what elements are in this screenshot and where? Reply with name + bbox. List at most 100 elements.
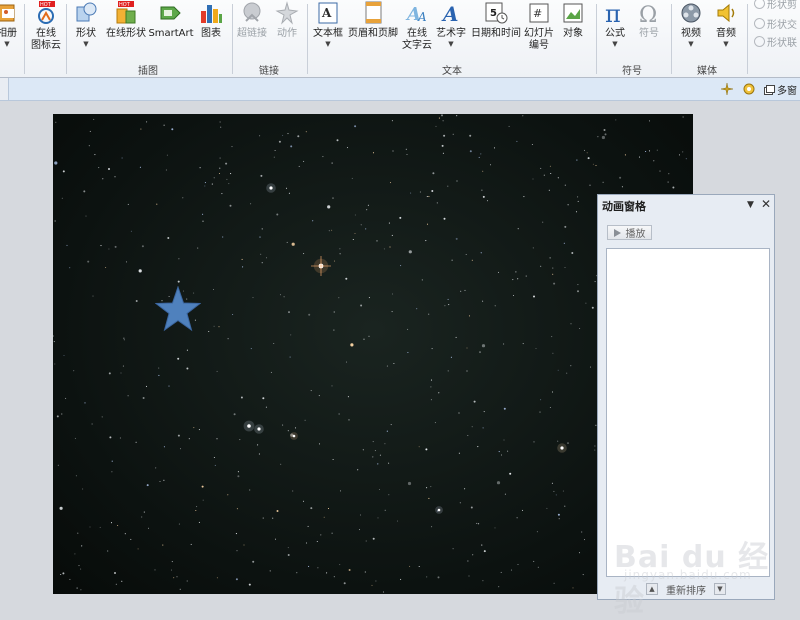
multi-window-button[interactable]: 多窗 [764,82,797,97]
star-dot [252,560,255,563]
star-dot [69,267,71,269]
star-dot [362,449,364,451]
divider [671,4,672,74]
star-dot [89,130,91,132]
wordart-button[interactable]: A 艺术字 ▼ [434,0,468,60]
star-dot [500,571,502,573]
slide-number-button[interactable]: # 幻灯片 编号 [522,0,556,60]
star-dot [419,191,421,193]
text-box-button[interactable]: A 文本框 ▼ [311,0,345,60]
hyperlink-button[interactable]: 超链接 [235,0,269,60]
header-footer-button[interactable]: 页眉和页脚 [346,0,400,60]
shape-subtract-item[interactable]: 形状剪 [754,0,797,11]
star-dot [338,413,340,415]
shape-subtract-label: 形状剪 [767,0,797,11]
star-dot [468,575,470,577]
star-dot [469,134,472,137]
star-dot [508,125,510,127]
star-shape[interactable] [155,286,201,332]
online-icon-cloud-button[interactable]: HOT 在线 图标云 [27,0,65,60]
star-dot [87,260,90,263]
star-dot [564,266,566,269]
audio-button[interactable]: 音频 ▼ [711,0,741,60]
star-dot [307,525,309,527]
star-dot [407,328,409,330]
star-dot [510,569,513,571]
star-dot [435,125,437,127]
symbol-button[interactable]: Ω 符号 [634,0,664,60]
online-shapes-label: 在线形状 [106,28,146,39]
star-dot [471,259,473,261]
pane-menu-icon[interactable]: ▼ [747,200,754,210]
date-time-button[interactable]: 5 日期和时间 [469,0,523,60]
chart-button[interactable]: 图表 [196,0,226,60]
header-footer-label: 页眉和页脚 [348,28,398,39]
equation-button[interactable]: π 公式 ▼ [600,0,630,60]
star-dot [91,423,93,425]
star-dot [115,583,117,585]
online-word-cloud-button[interactable]: AA 在线 文字云 [400,0,434,60]
action-label: 动作 [277,28,297,39]
star-dot [564,225,567,228]
equation-icon: π [603,0,627,26]
star-dot [333,329,335,331]
star-dot [119,437,121,439]
chevron-down-icon: ▼ [4,40,10,48]
star-dot [426,195,428,198]
star-dot [523,196,525,198]
star-dot [285,187,288,189]
star-dot [216,577,218,579]
star-dot [196,506,198,508]
star-dot [469,150,472,153]
shape-union-item[interactable]: 形状联 [754,34,797,49]
smartart-button[interactable]: SmartArt [148,0,194,60]
online-shapes-button[interactable]: HOT 在线形状 [104,0,148,60]
glyph-hash: # [533,7,542,20]
play-button[interactable]: 播放 [607,225,652,240]
shape-intersect-item[interactable]: 形状交 [754,16,797,31]
shapes-button[interactable]: 形状 ▼ [70,0,102,60]
omega-icon: Ω [637,0,661,26]
star-dot [594,445,596,447]
star-dot [323,516,325,518]
sparkle-icon[interactable] [719,81,735,97]
star-dot [111,471,113,473]
star-dot [208,330,210,333]
close-icon[interactable]: ✕ [761,197,771,211]
gear-icon[interactable] [741,81,757,97]
chevron-down-icon: ▼ [83,40,89,48]
star-dot [74,553,76,555]
collapse-handle[interactable] [0,78,9,100]
star-dot [470,506,473,509]
star-dot [98,167,100,169]
star-dot [177,280,180,283]
object-button[interactable]: 对象 [558,0,588,60]
star-dot [74,437,76,439]
chart-icon [199,0,223,26]
star-dot [479,351,481,354]
action-button[interactable]: 动作 [272,0,302,60]
star-dot [438,392,440,394]
star-dot [407,351,409,354]
star-dot [553,582,555,584]
star-dot [566,372,568,374]
star-dot [343,582,346,585]
star-dot [93,118,95,120]
star-dot [138,269,142,273]
star-dot [583,539,586,541]
star-dot [577,196,579,198]
star-dot [536,531,538,533]
star-dot [442,152,444,154]
star-dot [351,177,353,179]
star-dot [581,531,583,533]
video-button[interactable]: 视频 ▼ [676,0,706,60]
star-dot [389,182,392,184]
star-dot [481,544,483,546]
photo-album-button[interactable]: 相册 ▼ [0,0,22,60]
star-dot [272,517,274,519]
divider [24,4,25,74]
star-dot [516,140,518,142]
star-dot [389,246,391,248]
merge-shape-icon [754,18,765,29]
star-dot [532,247,534,249]
